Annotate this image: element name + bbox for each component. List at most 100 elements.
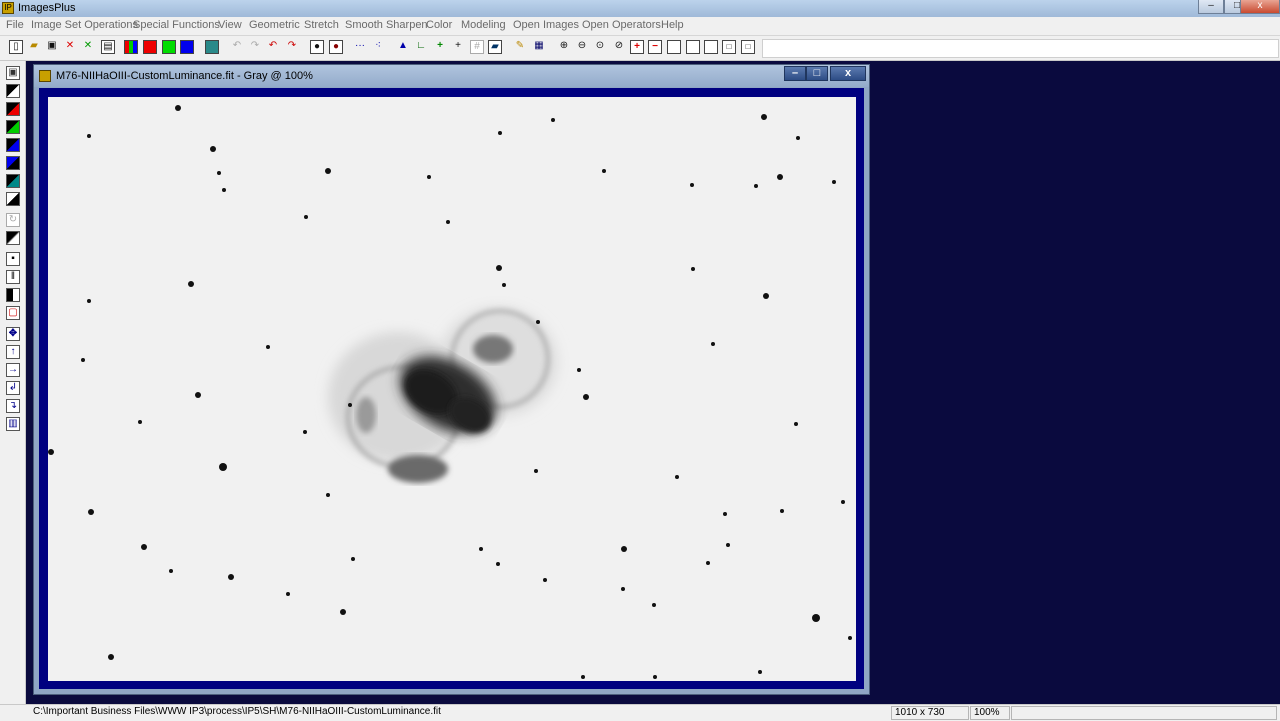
black-square-2-icon[interactable] xyxy=(6,174,20,188)
green-channel-icon[interactable] xyxy=(162,40,176,54)
columns-icon[interactable]: ‖ xyxy=(6,270,20,284)
move-icon[interactable]: ✥ xyxy=(6,327,20,341)
crosshair-icon[interactable]: + xyxy=(451,40,465,54)
star xyxy=(691,267,695,271)
star xyxy=(108,654,114,660)
star xyxy=(754,184,758,188)
close-green-icon[interactable]: ✕ xyxy=(81,40,95,54)
blue-black-icon[interactable] xyxy=(6,138,20,152)
rgb-channels-icon[interactable] xyxy=(124,40,138,54)
star xyxy=(81,358,85,362)
star xyxy=(543,578,547,582)
grid-icon[interactable] xyxy=(205,40,219,54)
menu-open-operators[interactable]: Open Operators xyxy=(582,19,661,31)
star xyxy=(210,146,216,152)
frame-icon[interactable]: ▥ xyxy=(6,417,20,431)
menu-stretch[interactable]: Stretch xyxy=(304,19,339,31)
minimize-button[interactable]: – xyxy=(1198,0,1224,14)
star xyxy=(583,394,589,400)
center-square-icon[interactable]: ▪ xyxy=(6,252,20,266)
arrow-up-icon[interactable]: ↑ xyxy=(6,345,20,359)
image-canvas[interactable] xyxy=(48,97,856,681)
image-minimize-button[interactable]: – xyxy=(784,66,806,81)
redo-icon[interactable]: ↷ xyxy=(248,40,262,54)
star xyxy=(502,283,506,287)
green-black-icon[interactable] xyxy=(6,120,20,134)
menu-open-images[interactable]: Open Images xyxy=(513,19,579,31)
remove-red-icon[interactable]: − xyxy=(648,40,662,54)
frame-4-icon[interactable]: □ xyxy=(722,40,736,54)
black-white-icon[interactable] xyxy=(6,192,20,206)
crop-icon[interactable]: ▢ xyxy=(6,306,20,320)
open-file-icon[interactable]: ▰ xyxy=(27,40,41,54)
redo-red-icon[interactable]: ↷ xyxy=(285,40,299,54)
star xyxy=(266,345,270,349)
black-square-icon[interactable] xyxy=(6,84,20,98)
frame-1-icon[interactable] xyxy=(667,40,681,54)
menu-modeling[interactable]: Modeling xyxy=(461,19,506,31)
menu-help[interactable]: Help xyxy=(661,19,684,31)
star xyxy=(217,171,221,175)
arrow-right-icon[interactable]: → xyxy=(6,363,20,377)
undo-icon[interactable]: ↶ xyxy=(230,40,244,54)
table-grid-icon[interactable]: ▦ xyxy=(532,40,546,54)
frame-3-icon[interactable] xyxy=(704,40,718,54)
histogram-icon[interactable]: ▲ xyxy=(396,40,410,54)
image-close-button[interactable]: x xyxy=(830,66,866,81)
app-logo-icon: IP xyxy=(2,2,14,14)
menu-file[interactable]: File xyxy=(6,19,24,31)
axes-icon[interactable]: ∟ xyxy=(414,40,428,54)
star xyxy=(536,320,540,324)
frame-5-icon[interactable]: □ xyxy=(741,40,755,54)
star xyxy=(711,342,715,346)
menu-view[interactable]: View xyxy=(218,19,242,31)
star xyxy=(326,493,330,497)
undo-red-icon[interactable]: ↶ xyxy=(266,40,280,54)
arrow-down-icon[interactable]: ↴ xyxy=(6,399,20,413)
rotate-icon[interactable]: ↻ xyxy=(6,213,20,227)
line-dotted-icon[interactable]: ··· xyxy=(353,40,367,54)
crosshair-plus-icon[interactable]: + xyxy=(433,40,447,54)
zoom-in-icon[interactable]: ⊕ xyxy=(557,40,571,54)
copy-icon[interactable]: ▤ xyxy=(101,40,115,54)
star xyxy=(577,368,581,372)
image-window-title: M76-NIIHaOIII-CustomLuminance.fit - Gray… xyxy=(56,70,313,82)
new-file-icon[interactable]: ▯ xyxy=(9,40,23,54)
grid-light-icon[interactable]: # xyxy=(470,40,484,54)
frame-2-icon[interactable] xyxy=(686,40,700,54)
image-maximize-button[interactable]: □ xyxy=(806,66,828,81)
zoom-fit-icon[interactable]: ⊙ xyxy=(593,40,607,54)
save-icon[interactable]: ▣ xyxy=(6,66,20,80)
menu-geometric[interactable]: Geometric xyxy=(249,19,300,31)
red-black-icon[interactable] xyxy=(6,102,20,116)
save-icon[interactable]: ▣ xyxy=(45,40,59,54)
pencil-icon[interactable]: ✎ xyxy=(513,40,527,54)
zoom-reset-icon[interactable]: ⊘ xyxy=(612,40,626,54)
close-button[interactable]: x xyxy=(1240,0,1280,14)
star xyxy=(761,114,767,120)
toolbar: ▯ ▰ ▣ ✕ ✕ ▤ ↶ ↷ ↶ ↷ ● ● ··· ⁖ ▲ ∟ + + # … xyxy=(0,36,1280,61)
star xyxy=(777,174,783,180)
black-bar-icon[interactable] xyxy=(6,288,20,302)
menu-smooth-sharpen[interactable]: Smooth Sharpen xyxy=(345,19,428,31)
dots-icon[interactable]: ⁖ xyxy=(371,40,385,54)
image-window-icon xyxy=(39,70,51,82)
ellipse-select-icon[interactable]: ● xyxy=(310,40,324,54)
add-red-icon[interactable]: + xyxy=(630,40,644,54)
menu-image-set-operations[interactable]: Image Set Operations xyxy=(31,19,138,31)
image-adjust-icon[interactable]: ▰ xyxy=(488,40,502,54)
zoom-out-icon[interactable]: ⊖ xyxy=(575,40,589,54)
menu-special-functions[interactable]: Special Functions xyxy=(133,19,220,31)
image-window-titlebar[interactable]: M76-NIIHaOIII-CustomLuminance.fit - Gray… xyxy=(34,65,869,87)
blue-channel-icon[interactable] xyxy=(180,40,194,54)
circle-select-icon[interactable]: ● xyxy=(329,40,343,54)
star xyxy=(621,587,625,591)
diagonal-icon[interactable] xyxy=(6,231,20,245)
status-zoom: 100% xyxy=(970,706,1010,720)
star xyxy=(602,169,606,173)
close-red-icon[interactable]: ✕ xyxy=(63,40,77,54)
red-channel-icon[interactable] xyxy=(143,40,157,54)
black-blue-icon[interactable] xyxy=(6,156,20,170)
arrow-back-icon[interactable]: ↲ xyxy=(6,381,20,395)
menu-color[interactable]: Color xyxy=(426,19,452,31)
